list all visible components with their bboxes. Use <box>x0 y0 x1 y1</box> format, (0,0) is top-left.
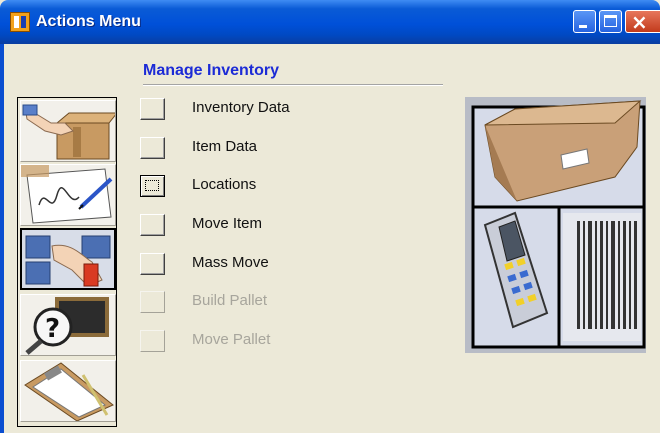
item-data-button[interactable] <box>140 137 165 159</box>
menu-item-build-pallet: Build Pallet <box>140 290 390 318</box>
sidebar-item-clipboard[interactable] <box>20 360 116 422</box>
menu-item-mass-move[interactable]: Mass Move <box>140 252 390 280</box>
sidebar-item-scanning[interactable] <box>20 228 116 290</box>
maximize-button[interactable] <box>599 10 622 33</box>
build-pallet-button <box>140 291 165 313</box>
menu-item-label: Build Pallet <box>192 292 268 309</box>
menu-item-label: Move Pallet <box>192 331 271 348</box>
sidebar-item-signature[interactable] <box>20 164 116 226</box>
menu-item-move-pallet: Move Pallet <box>140 329 390 357</box>
menu-item-label: Locations <box>192 176 257 193</box>
section-title: Manage Inventory <box>143 62 280 79</box>
signature-pen-icon <box>21 165 113 224</box>
locations-button[interactable] <box>140 175 165 197</box>
inventory-illustration: 3065 0225 <box>465 97 646 353</box>
menu-item-inventory-data[interactable]: Inventory Data <box>140 97 390 125</box>
app-icon <box>10 12 30 32</box>
minimize-button[interactable] <box>573 10 596 33</box>
help-question-icon: ? <box>25 297 109 355</box>
menu-item-move-item[interactable]: Move Item <box>140 213 390 241</box>
close-button[interactable]: × <box>625 10 660 34</box>
mass-move-button[interactable] <box>140 253 165 275</box>
move-pallet-button <box>140 330 165 352</box>
section-divider <box>143 84 443 86</box>
move-item-button[interactable] <box>140 214 165 236</box>
inventory-data-button[interactable] <box>140 98 165 120</box>
menu-item-label: Move Item <box>192 215 263 232</box>
title-bar[interactable]: Actions Menu × <box>0 0 660 44</box>
menu-item-label: Inventory Data <box>192 99 290 116</box>
menu-item-locations[interactable]: Locations <box>140 174 390 202</box>
sidebar: ? <box>17 97 117 427</box>
sidebar-item-help[interactable]: ? <box>20 294 116 356</box>
menu-item-item-data[interactable]: Item Data <box>140 136 390 164</box>
hand-on-box-icon <box>22 104 115 160</box>
window-frame-left <box>0 44 4 433</box>
close-icon: × <box>631 10 648 34</box>
sidebar-item-hand-on-box[interactable] <box>20 100 116 162</box>
menu-item-label: Mass Move <box>192 254 269 271</box>
menu-item-label: Item Data <box>192 138 258 155</box>
window-title: Actions Menu <box>36 13 141 30</box>
scanning-shelf-icon <box>22 230 114 288</box>
svg-text:?: ? <box>45 314 60 344</box>
clipboard-icon <box>24 362 114 421</box>
